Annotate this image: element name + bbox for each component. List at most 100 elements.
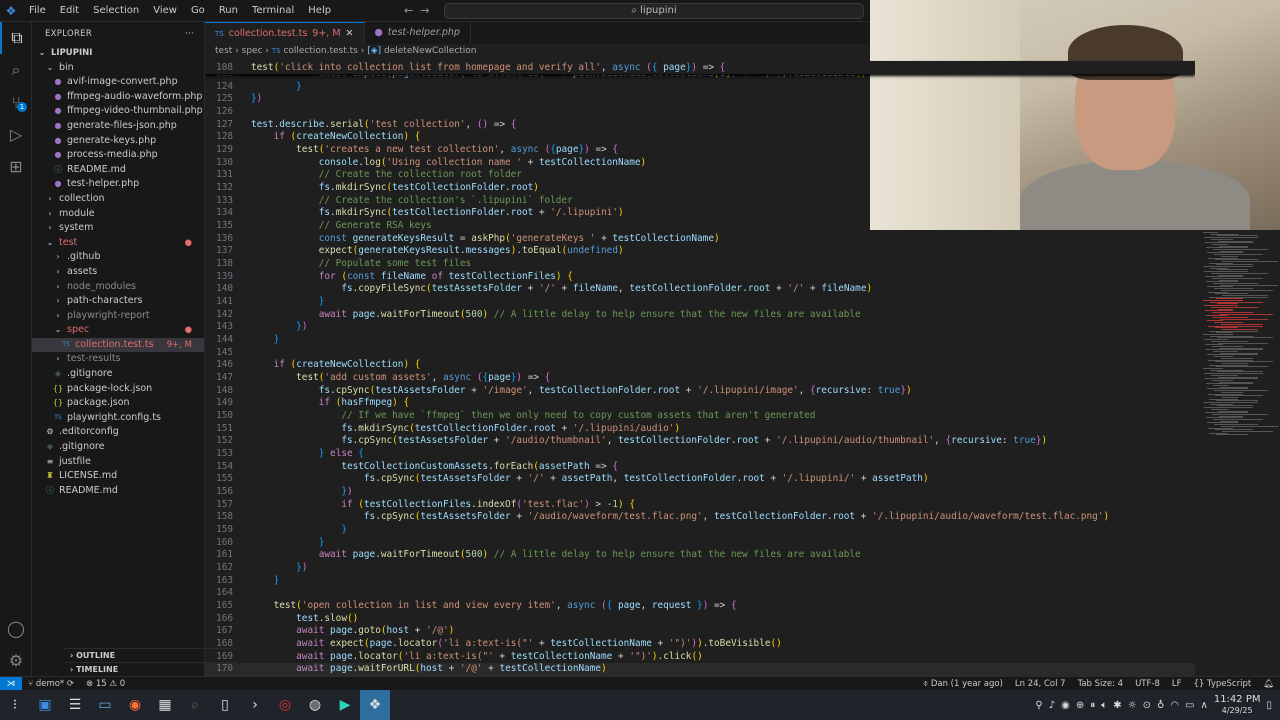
code-line[interactable]: 148 fs.cpSync(testAssetsFolder + '/image… [205,385,1195,398]
file-item[interactable]: ≡ justfile [32,455,204,470]
chromium-icon[interactable]: ◎ [270,690,300,720]
settings-gear-icon[interactable]: ⚙ [0,644,32,676]
file-item[interactable]: ● avif-image-convert.php [32,75,204,90]
record-icon[interactable]: ◉ [1061,700,1070,711]
folder-item[interactable]: › module [32,207,204,222]
close-icon[interactable]: ✕ [346,23,354,44]
file-item[interactable]: {} package-lock.json [32,382,204,397]
code-line[interactable]: 149 if (hasFfmpeg) { [205,397,1195,410]
run-debug-icon[interactable]: ▷ [0,118,32,150]
menu-help[interactable]: Help [301,5,338,16]
folder-item[interactable]: › collection [32,192,204,207]
code-line[interactable]: 157 if (testCollectionFiles.indexOf('tes… [205,499,1195,512]
pause-icon[interactable]: ⏸ [1090,700,1095,711]
file-item[interactable]: ◆ .gitignore [32,367,204,382]
folder-item[interactable]: › path-characters [32,294,204,309]
menu-file[interactable]: File [22,5,53,16]
code-line[interactable]: 152 fs.cpSync(testAssetsFolder + '/audio… [205,435,1195,448]
command-center-search[interactable]: ⌕ lipupini [444,3,864,19]
notifications-icon[interactable]: 🔔︎ [1257,679,1280,689]
search-view-icon[interactable]: ⌕ [0,54,32,86]
code-line[interactable]: 145 [205,347,1195,360]
problems-indicator[interactable]: ⊗ 15 ⚠ 0 [80,679,131,689]
settings-app-icon[interactable]: ☰ [60,690,90,720]
menu-go[interactable]: Go [184,5,212,16]
expand-tray-icon[interactable]: ∧ [1201,700,1208,711]
bluetooth-icon[interactable]: ✱ [1113,700,1121,711]
folder-item[interactable]: ⌄ spec ● [32,323,204,338]
tray-icon[interactable]: ♪ [1049,700,1055,711]
code-line[interactable]: 162 }) [205,562,1195,575]
firefox-icon[interactable]: ◉ [120,690,150,720]
app-launcher-icon[interactable]: ⁝ [0,690,30,720]
code-line[interactable]: 153 } else { [205,448,1195,461]
back-button[interactable]: ← [404,4,413,17]
code-line[interactable]: 137 expect(generateKeysResult.messages).… [205,245,1195,258]
clock[interactable]: 11:42 PM 4/29/25 [1214,694,1261,716]
obs-icon[interactable]: ◍ [300,690,330,720]
forward-button[interactable]: → [420,4,429,17]
battery-icon[interactable]: ▭ [1185,700,1194,711]
store-icon[interactable]: ▣ [30,690,60,720]
show-desktop-icon[interactable]: ▯ [1266,700,1272,711]
code-line[interactable]: 156 }) [205,486,1195,499]
code-line[interactable]: 167 await page.goto(host + '/@') [205,625,1195,638]
code-line[interactable]: 139 for (const fileName of testCollectio… [205,271,1195,284]
prompt-app-icon[interactable]: ▶ [330,690,360,720]
code-line[interactable]: 159 } [205,524,1195,537]
branch-indicator[interactable]: ⑂ demo* ⟳ [22,679,80,689]
code-line[interactable]: 160 } [205,537,1195,550]
file-item[interactable]: ⚙ .editorconfig [32,425,204,440]
language-mode[interactable]: {} TypeScript [1187,679,1257,689]
code-line[interactable]: 141 } [205,296,1195,309]
terminal-icon[interactable]: › [240,690,270,720]
text-editor-icon[interactable]: ▯ [210,690,240,720]
file-manager-icon[interactable]: ▭ [90,690,120,720]
git-blame[interactable]: ⌽ Dan (1 year ago) [917,679,1009,689]
code-line[interactable]: 146 if (createNewCollection) { [205,359,1195,372]
file-item[interactable]: ● generate-files-json.php [32,119,204,134]
wifi-icon[interactable]: ◠ [1170,700,1179,711]
file-item[interactable]: ● ffmpeg-audio-waveform.php [32,90,204,105]
file-item[interactable]: ♜ LICENSE.md [32,469,204,484]
line-ending[interactable]: LF [1166,679,1188,689]
code-line[interactable]: 142 await page.waitForTimeout(500) // A … [205,309,1195,322]
cursor-position[interactable]: Ln 24, Col 7 [1009,679,1072,689]
file-item[interactable]: ● ffmpeg-video-thumbnail.php [32,104,204,119]
network-icon[interactable]: ⊙ [1143,700,1151,711]
code-line[interactable]: 161 await page.waitForTimeout(500) // A … [205,549,1195,562]
search-app-icon[interactable]: ⌕ [180,690,210,720]
file-item[interactable]: ● generate-keys.php [32,134,204,149]
menu-run[interactable]: Run [212,5,245,16]
extensions-icon[interactable]: ⊞ [0,150,32,182]
code-line[interactable]: 151 fs.mkdirSync(testCollectionFolder.ro… [205,423,1195,436]
code-line[interactable]: 136 const generateKeysResult = askPhp('g… [205,233,1195,246]
microphone-icon[interactable]: ♁ [1157,700,1164,711]
breadcrumb-item[interactable]: test [215,46,232,56]
code-line[interactable]: 138 // Populate some test files [205,258,1195,271]
folder-item[interactable]: › test-results [32,352,204,367]
more-actions-button[interactable]: ··· [185,22,194,46]
code-line[interactable]: 154 testCollectionCustomAssets.forEach(a… [205,461,1195,474]
code-line[interactable]: 168 await expect(page.locator('li a:text… [205,638,1195,651]
file-item[interactable]: ◆ .gitignore [32,440,204,455]
code-line[interactable]: 166 test.slow() [205,613,1195,626]
code-line[interactable]: 158 fs.cpSync(testAssetsFolder + '/audio… [205,511,1195,524]
code-line[interactable]: 163 } [205,575,1195,588]
file-item[interactable]: ⓘ README.md [32,484,204,499]
code-line[interactable]: 144 } [205,334,1195,347]
folder-item[interactable]: › assets [32,265,204,280]
code-line[interactable]: 150 // If we have `ffmpeg` then we only … [205,410,1195,423]
code-line[interactable]: 155 fs.cpSync(testAssetsFolder + '/' + a… [205,473,1195,486]
encoding[interactable]: UTF-8 [1129,679,1166,689]
folder-item[interactable]: › .github [32,250,204,265]
code-line[interactable]: 143 }) [205,321,1195,334]
file-item[interactable]: TS playwright.config.ts [32,411,204,426]
calculator-icon[interactable]: ▦ [150,690,180,720]
source-control-icon[interactable]: ⑂ 1 [0,86,32,118]
brightness-icon[interactable]: ☼ [1128,700,1137,711]
tab-size[interactable]: Tab Size: 4 [1072,679,1130,689]
folder-item[interactable]: ⌄ bin [32,61,204,76]
sticky-scroll-line[interactable]: 108 test('click into collection list from… [205,61,1195,74]
file-item[interactable]: ● process-media.php [32,148,204,163]
